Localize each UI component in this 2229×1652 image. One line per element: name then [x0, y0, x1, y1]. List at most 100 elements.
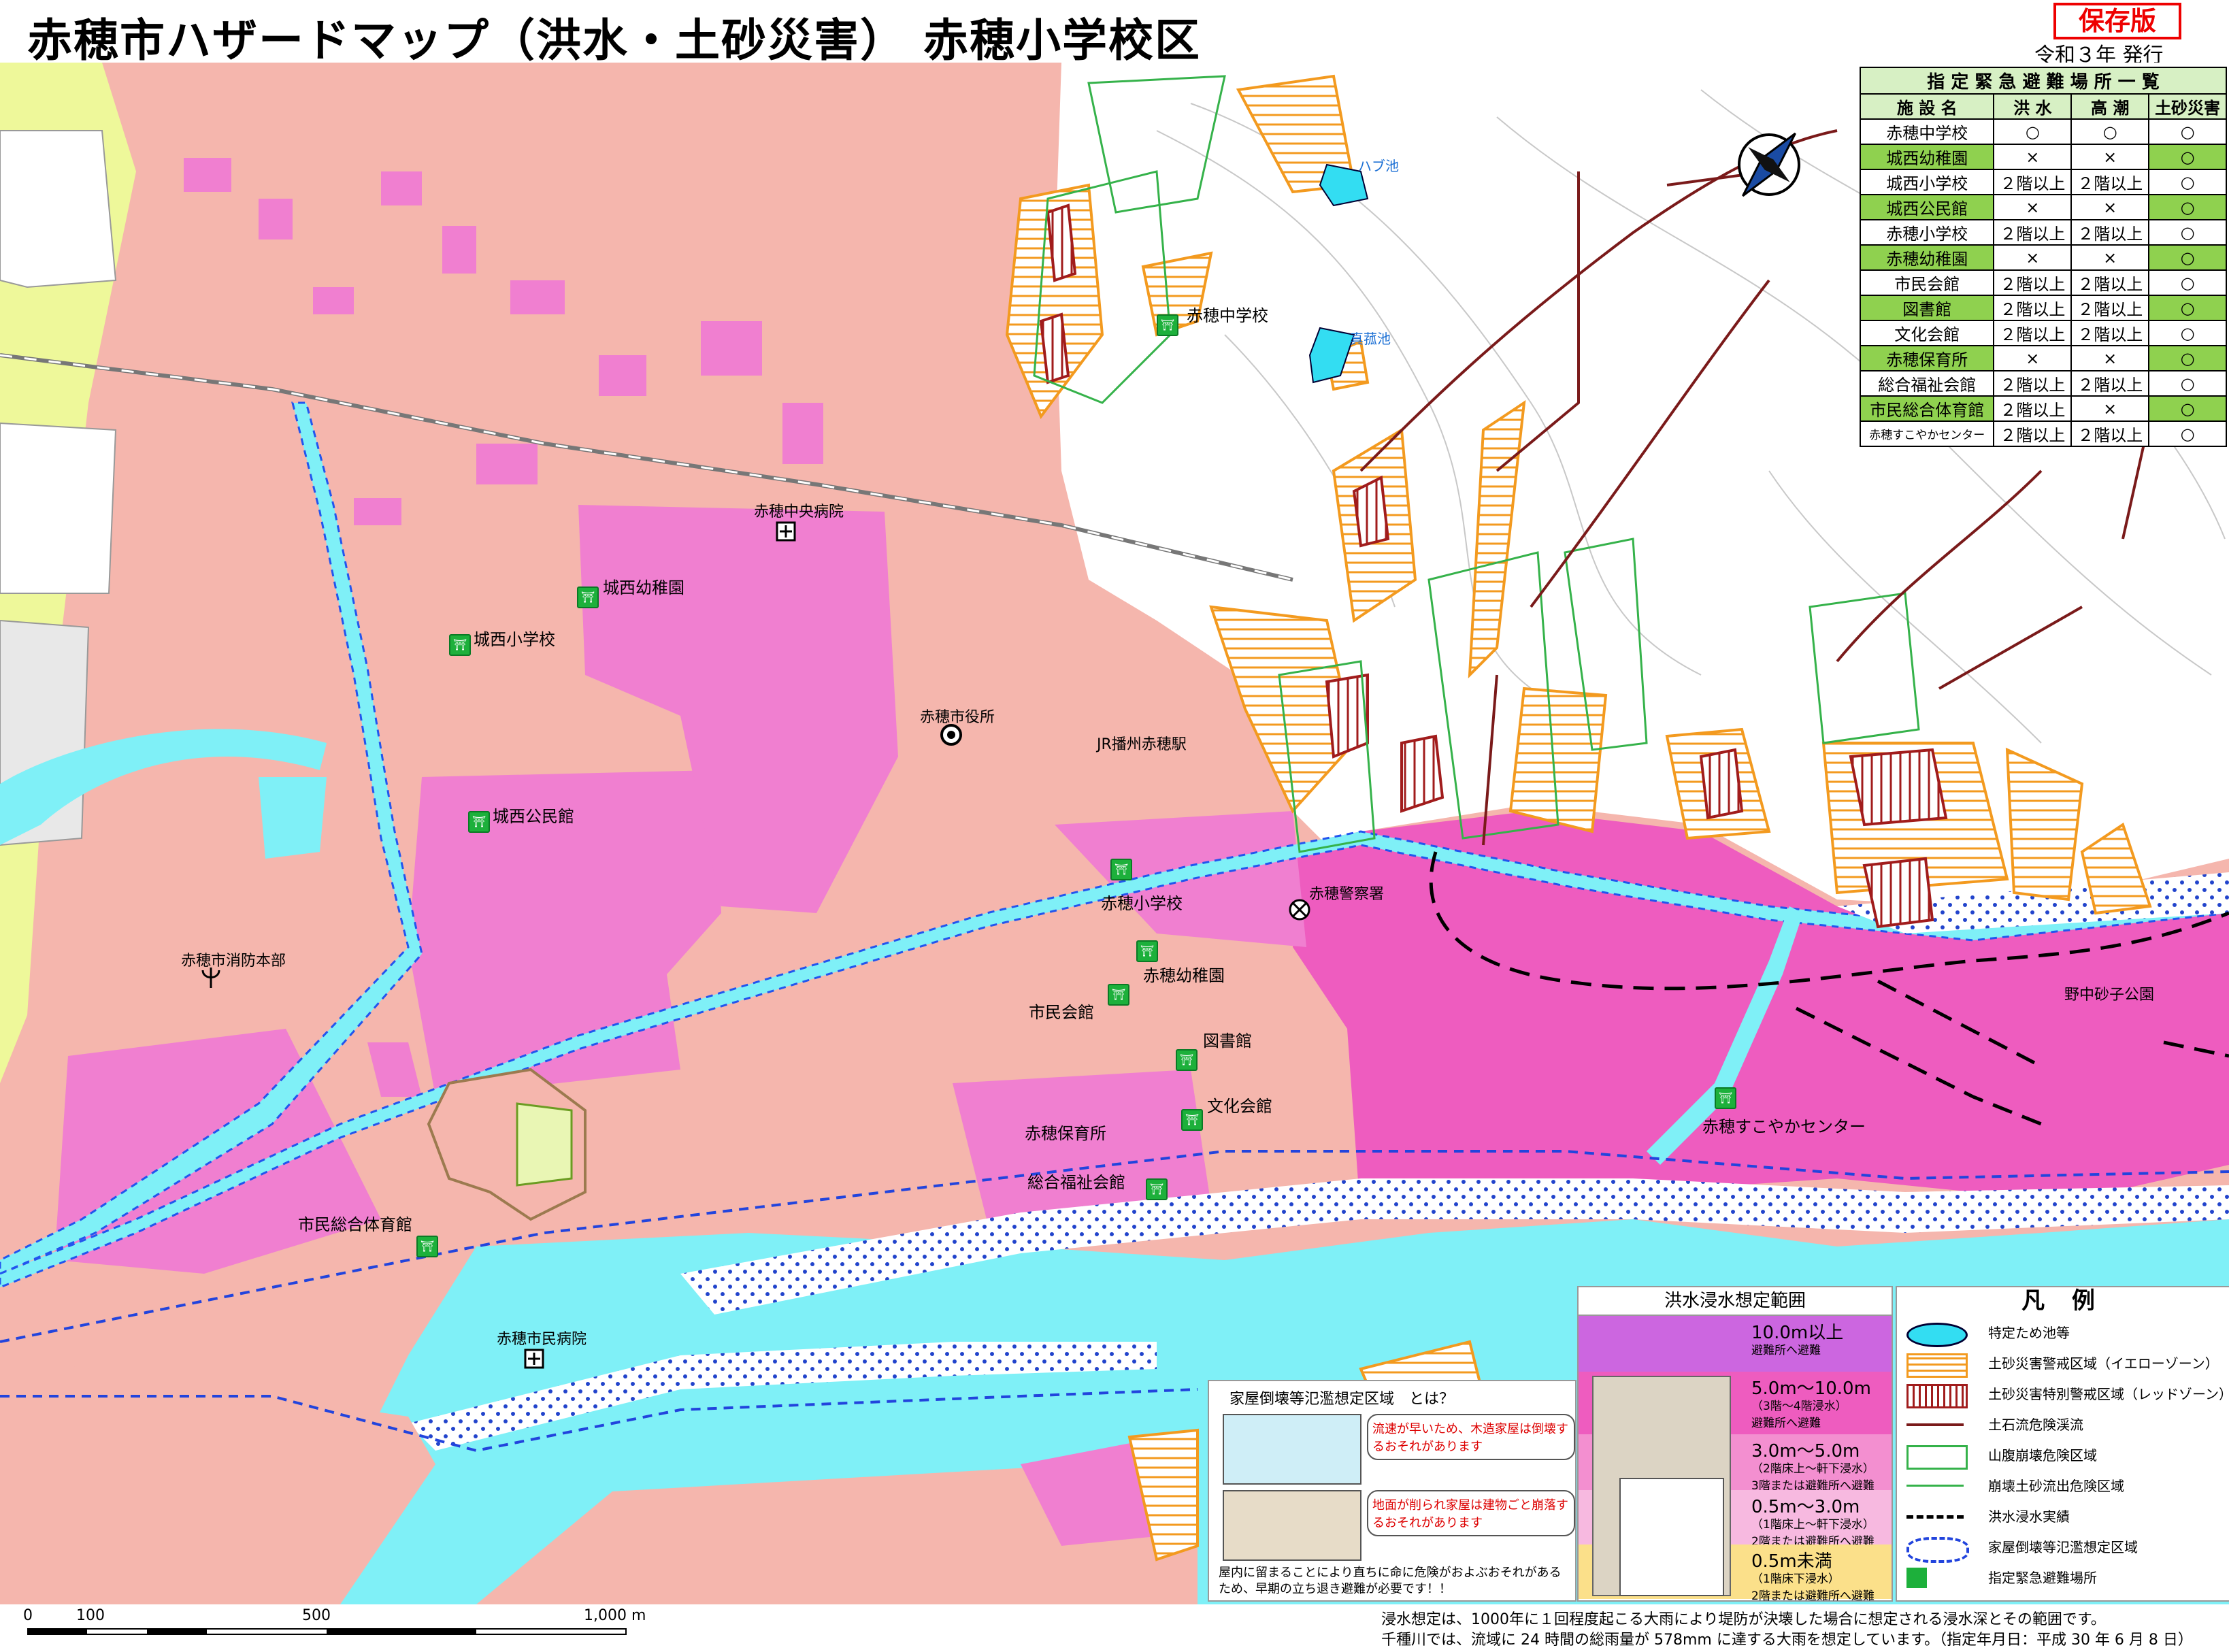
col-surge: 高 潮 — [2070, 93, 2150, 120]
table-cell-flood: × — [1993, 194, 2073, 220]
table-row: 文化会館 ２階以上 ２階以上 ○ — [1859, 320, 2227, 346]
table-cell-flood: ２階以上 — [1993, 420, 2073, 447]
label-city-hospital: 赤穂市民病院 — [497, 1331, 587, 1348]
label-civic-hall: 市民会館 — [1029, 1003, 1094, 1022]
shelter-icon[interactable]: ⛩ — [1146, 1178, 1168, 1200]
table-cell-surge: ２階以上 — [2070, 295, 2150, 321]
table-row: 城西幼稚園 × × ○ — [1859, 144, 2227, 170]
table-cell-landslide: ○ — [2148, 420, 2227, 447]
scale-tick-500: 500 — [302, 1607, 331, 1624]
table-cell-flood: × — [1993, 144, 2073, 170]
shelter-table: 指 定 緊 急 避 難 場 所 一 覧 施 設 名 洪 水 高 潮 土砂災害 赤… — [1859, 67, 2227, 447]
shelter-icon[interactable]: ⛩ — [1136, 940, 1158, 962]
col-landslide: 土砂災害 — [2148, 93, 2227, 120]
table-row: 市民会館 ２階以上 ２階以上 ○ — [1859, 269, 2227, 296]
table-cell-landslide: ○ — [2148, 144, 2227, 170]
table-cell-name: 市民総合体育館 — [1859, 395, 1995, 422]
table-cell-landslide: ○ — [2148, 295, 2227, 321]
table-cell-surge: ２階以上 — [2070, 320, 2150, 346]
industrial-area — [0, 130, 117, 288]
label-kindergarten-josei: 城西幼稚園 — [603, 578, 684, 597]
table-cell-surge: ２階以上 — [2070, 219, 2150, 246]
table-row: 城西公民館 × × ○ — [1859, 194, 2227, 220]
shelter-icon[interactable]: ⛩ — [449, 634, 471, 656]
table-cell-name: 赤穂保育所 — [1859, 345, 1995, 371]
label-gymnasium: 市民総合体育館 — [298, 1215, 412, 1234]
label-culture-hall: 文化会館 — [1207, 1097, 1272, 1116]
green-arrow-icon — [1906, 1485, 1964, 1487]
table-row: 赤穂保育所 × × ○ — [1859, 345, 2227, 371]
label-pond-habu: ハブ池 — [1358, 158, 1399, 174]
scale-bar-graphic — [27, 1628, 627, 1635]
legend-item: 指定緊急避難場所 — [1906, 1564, 2226, 1591]
table-cell-name: 総合福祉会館 — [1859, 370, 1995, 397]
label-hospital-central: 赤穂中央病院 — [754, 503, 844, 521]
table-cell-landslide: ○ — [2148, 194, 2227, 220]
table-cell-landslide: ○ — [2148, 345, 2227, 371]
legend-item: 山腹崩壊危険区域 — [1906, 1441, 2226, 1470]
green-box-icon — [1906, 1445, 1968, 1470]
blue-dash-icon — [1906, 1537, 1969, 1563]
table-cell-landslide: ○ — [2148, 169, 2227, 195]
col-facility: 施 設 名 — [1859, 93, 1995, 120]
table-cell-surge: × — [2070, 345, 2150, 371]
table-cell-flood: ○ — [1993, 118, 2073, 145]
label-city-hall: 赤穂市役所 — [920, 709, 995, 726]
table-cell-name: 赤穂幼稚園 — [1859, 244, 1995, 271]
legend-label: 土砂災害警戒区域（イエローゾーン） — [1988, 1355, 2219, 1372]
table-cell-name: 市民会館 — [1859, 269, 1995, 296]
label-pond-mako: 真菰池 — [1350, 331, 1391, 347]
table-cell-flood: ２階以上 — [1993, 169, 2073, 195]
collapse-title: 家屋倒壊等氾濫想定区域 とは？ — [1229, 1391, 1455, 1408]
shelter-icon[interactable]: ⛩ — [416, 1236, 438, 1257]
table-cell-name: 赤穂中学校 — [1859, 118, 1995, 145]
label-school-ako-jh: 赤穂中学校 — [1187, 306, 1268, 325]
table-cell-name: 赤穂小学校 — [1859, 219, 1995, 246]
table-cell-surge: × — [2070, 194, 2150, 220]
shelter-icon[interactable]: ⛩ — [1110, 859, 1132, 880]
legend-label: 家屋倒壊等氾濫想定区域 — [1988, 1539, 2138, 1555]
collapse-item2: 地面が削られ家屋は建物ごと崩落するおそれがあります — [1367, 1490, 1575, 1536]
legend-label: 崩壊土砂流出危険区域 — [1988, 1478, 2124, 1494]
table-cell-landslide: ○ — [2148, 320, 2227, 346]
table-row: 赤穂幼稚園 × × ○ — [1859, 244, 2227, 271]
table-cell-flood: ２階以上 — [1993, 219, 2073, 246]
red-zone-icon — [1906, 1384, 1968, 1408]
table-row: 市民総合体育館 ２階以上 × ○ — [1859, 395, 2227, 422]
scale-tick-0: 0 — [23, 1607, 33, 1624]
house-illustration — [1619, 1478, 1724, 1596]
table-cell-name: 城西公民館 — [1859, 194, 1995, 220]
shelter-icon[interactable]: ⛩ — [1181, 1109, 1203, 1131]
shelter-icon[interactable]: ⛩ — [1176, 1049, 1198, 1071]
scale-tick-100: 100 — [76, 1607, 105, 1624]
shelter-icon[interactable]: ⛩ — [1157, 314, 1178, 336]
table-row: 赤穂すこやかセンター ２階以上 ２階以上 ○ — [1859, 420, 2227, 447]
table-cell-surge: ○ — [2070, 118, 2150, 145]
debris-arrow-icon — [1906, 1423, 1964, 1426]
flood-depth-panel: 洪水浸水想定範囲 10.0m以上 避難所へ避難 5.0m〜10.0m （3階〜4階浸水… — [1577, 1286, 1893, 1603]
collapse-footer: 屋内に留まることにより直ちに命に危険がおよぶおそれがあるため、早期の立ち退き避難… — [1219, 1566, 1562, 1596]
label-park-nonaka: 野中砂子公園 — [2064, 987, 2155, 1004]
footnote: 浸水想定は、1000年に１回程度起こる大雨により堤防が決壊した場合に想定される浸… — [1381, 1610, 2193, 1651]
label-school-ako-el: 赤穂小学校 — [1101, 894, 1183, 913]
label-nursery-ako: 赤穂保育所 — [1025, 1124, 1106, 1143]
legend-label: 土砂災害特別警戒区域（レッドゾーン） — [1988, 1386, 2229, 1402]
legend-item: 崩壊土砂流出危険区域 — [1906, 1472, 2226, 1499]
table-cell-surge: × — [2070, 144, 2150, 170]
shelter-icon[interactable]: ⛩ — [577, 587, 599, 608]
label-sukoyaka: 赤穂すこやかセンター — [1702, 1117, 1866, 1136]
shelter-icon[interactable]: ⛩ — [1108, 984, 1129, 1006]
shelter-icon[interactable]: ⛩ — [1715, 1087, 1736, 1109]
table-row: 総合福祉会館 ２階以上 ２階以上 ○ — [1859, 370, 2227, 397]
label-library: 図書館 — [1203, 1031, 1252, 1051]
hospital-marker-city — [524, 1349, 544, 1369]
page-title: 赤穂市ハザードマップ（洪水・土砂災害） 赤穂小学校区 — [27, 14, 1201, 67]
label-school-josei: 城西小学校 — [474, 630, 555, 649]
label-station: JR播州赤穂駅 — [1097, 736, 1187, 753]
table-cell-landslide: ○ — [2148, 118, 2227, 145]
hospital-marker-central — [776, 521, 796, 542]
table-cell-name: 赤穂すこやかセンター — [1859, 420, 1995, 447]
erosion-illustration — [1223, 1490, 1361, 1561]
shelter-icon[interactable]: ⛩ — [468, 811, 490, 833]
pond-icon — [1906, 1323, 1968, 1347]
